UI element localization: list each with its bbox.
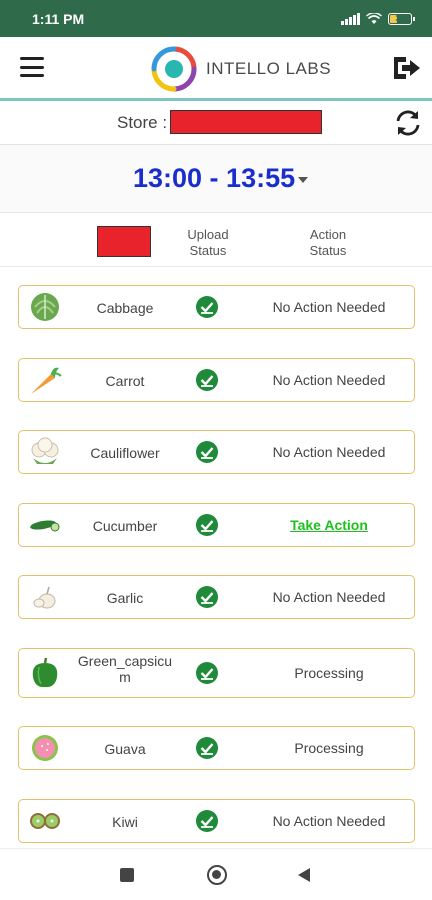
upload-status-header: Upload Status — [187, 227, 229, 258]
refresh-icon[interactable] — [392, 107, 424, 139]
logo: INTELLO LABS — [148, 43, 331, 95]
action-status: Processing — [294, 665, 364, 681]
upload-done-icon — [196, 810, 218, 832]
app-header: INTELLO LABS — [0, 37, 432, 101]
wifi-icon — [366, 12, 382, 24]
item-name: Cabbage — [96, 300, 154, 316]
store-name-redaction — [170, 110, 322, 134]
store-row: Store : — [0, 101, 432, 145]
item-name: Carrot — [105, 373, 145, 389]
battery-level: 31 — [395, 14, 405, 23]
upload-done-icon — [196, 662, 218, 684]
list-item-cauliflower[interactable]: Cauliflower No Action Needed — [18, 430, 415, 474]
guava-icon — [32, 735, 58, 761]
list-item-cabbage[interactable]: Cabbage No Action Needed — [18, 285, 415, 329]
list-item-guava[interactable]: Guava Processing — [18, 726, 415, 770]
green-capsicum-icon — [32, 657, 58, 688]
item-name: Kiwi — [112, 814, 138, 830]
action-status: No Action Needed — [272, 589, 386, 605]
upload-done-icon — [196, 369, 218, 391]
back-icon[interactable] — [298, 868, 310, 882]
upload-done-icon — [196, 586, 218, 608]
carrot-icon — [31, 367, 62, 394]
item-name: Garlic — [106, 590, 144, 606]
time-filter-row: 13:00 - 13:55 — [0, 145, 432, 213]
item-name: Guava — [104, 741, 146, 757]
header-redaction — [97, 226, 151, 257]
time-range-dropdown[interactable]: 13:00 - 13:55 — [133, 163, 295, 194]
status-icons: 31 — [341, 12, 415, 25]
column-headers: Upload Status Action Status — [0, 213, 432, 267]
upload-done-icon — [196, 296, 218, 318]
list-item-garlic[interactable]: Garlic No Action Needed — [18, 575, 415, 619]
upload-done-icon — [196, 737, 218, 759]
take-action-link[interactable]: Take Action — [259, 517, 399, 533]
cabbage-icon — [31, 293, 59, 321]
action-status-header: Action Status — [309, 227, 347, 258]
intello-logo-icon — [151, 46, 197, 92]
cauliflower-icon — [31, 437, 59, 464]
action-status: Processing — [294, 740, 364, 756]
list-item-carrot[interactable]: Carrot No Action Needed — [18, 358, 415, 402]
garlic-icon — [33, 586, 56, 609]
cucumber-icon — [30, 520, 60, 532]
system-nav-bar — [0, 848, 432, 900]
list-item-kiwi[interactable]: Kiwi No Action Needed — [18, 799, 415, 843]
item-name: Cucumber — [92, 518, 158, 534]
action-status: No Action Needed — [272, 372, 386, 388]
item-name: Green_capsicum — [77, 653, 173, 685]
store-label: Store : — [117, 113, 168, 132]
logout-icon[interactable] — [392, 55, 422, 81]
dropdown-caret-icon[interactable] — [298, 177, 308, 183]
status-time: 1:11 PM — [32, 10, 85, 27]
status-bar: 1:11 PM 31 — [0, 0, 432, 37]
item-list[interactable]: Cabbage No Action Needed Carrot No Actio… — [0, 267, 432, 847]
recent-apps-icon[interactable] — [120, 868, 134, 882]
logo-text: INTELLO LABS — [206, 59, 332, 78]
hamburger-menu-icon[interactable] — [20, 57, 44, 77]
upload-done-icon — [196, 514, 218, 536]
action-status: No Action Needed — [272, 444, 386, 460]
signal-icon — [341, 12, 360, 25]
home-icon[interactable] — [207, 865, 227, 885]
battery-icon: 31 — [388, 12, 415, 25]
kiwi-icon — [30, 813, 60, 829]
upload-done-icon — [196, 441, 218, 463]
action-status: No Action Needed — [272, 299, 386, 315]
item-name: Cauliflower — [90, 445, 160, 461]
list-item-green-capsicum[interactable]: Green_capsicum Processing — [18, 648, 415, 698]
action-status: No Action Needed — [272, 813, 386, 829]
list-item-cucumber[interactable]: Cucumber Take Action — [18, 503, 415, 547]
